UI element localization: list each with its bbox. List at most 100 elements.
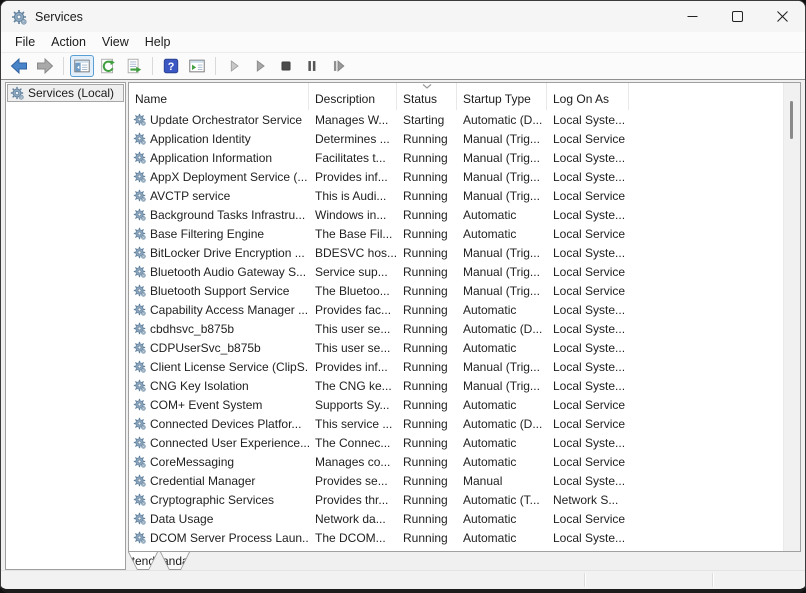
table-row[interactable]: Application Identity Determines ... Runn… xyxy=(129,129,800,148)
service-name-cell: Bluetooth Support Service xyxy=(129,284,309,298)
scrollbar-thumb[interactable] xyxy=(790,101,793,139)
table-row[interactable]: Update Orchestrator Service Manages W...… xyxy=(129,110,800,129)
back-button[interactable] xyxy=(7,55,31,77)
show-console-tree-button[interactable] xyxy=(70,55,94,77)
minimize-button[interactable] xyxy=(670,1,715,32)
service-startup-type: Automatic xyxy=(457,436,547,450)
table-row[interactable]: Base Filtering Engine The Base Fil... Ru… xyxy=(129,224,800,243)
help-icon: ? xyxy=(162,57,180,75)
table-row[interactable]: Cryptographic Services Provides thr... R… xyxy=(129,490,800,509)
column-header-log-on-as[interactable]: Log On As xyxy=(547,83,629,110)
service-name: Credential Manager xyxy=(150,474,255,488)
service-name: AVCTP service xyxy=(150,189,230,203)
service-log-on-as: Local Syste... xyxy=(547,151,629,165)
service-name: Capability Access Manager ... xyxy=(150,303,308,317)
service-name-cell: Background Tasks Infrastru... xyxy=(129,208,309,222)
service-startup-type: Manual (Trig... xyxy=(457,360,547,374)
table-row[interactable]: Bluetooth Support Service The Bluetoo...… xyxy=(129,281,800,300)
table-row[interactable]: CNG Key Isolation The CNG ke... Running … xyxy=(129,376,800,395)
toolbar-separator xyxy=(63,57,64,75)
service-status: Running xyxy=(397,436,457,450)
service-log-on-as: Local Syste... xyxy=(547,379,629,393)
table-row[interactable]: DCOM Server Process Laun... The DCOM... … xyxy=(129,528,800,547)
close-icon xyxy=(777,11,788,22)
service-status: Running xyxy=(397,493,457,507)
details-pane: Name Description Status Startup Type Log… xyxy=(128,82,801,570)
table-row[interactable]: Credential Manager Provides se... Runnin… xyxy=(129,471,800,490)
service-name: Application Information xyxy=(150,151,272,165)
menu-view[interactable]: View xyxy=(94,33,137,51)
refresh-button[interactable] xyxy=(96,55,120,77)
table-row[interactable]: COM+ Event System Supports Sy... Running… xyxy=(129,395,800,414)
table-row[interactable]: CDPUserSvc_b875b This user se... Running… xyxy=(129,338,800,357)
forward-button[interactable] xyxy=(33,55,57,77)
maximize-button[interactable] xyxy=(715,1,760,32)
table-row[interactable]: Connected User Experience... The Connec.… xyxy=(129,433,800,452)
service-name-cell: Base Filtering Engine xyxy=(129,227,309,241)
stop-service-button[interactable] xyxy=(274,55,298,77)
tab-standard[interactable]: Standard xyxy=(160,552,190,570)
menu-help[interactable]: Help xyxy=(137,33,179,51)
service-name-cell: Bluetooth Audio Gateway S... xyxy=(129,265,309,279)
tab-extended[interactable]: Extended xyxy=(128,552,158,570)
service-name: DCOM Server Process Laun... xyxy=(150,531,309,545)
service-gear-icon xyxy=(133,531,146,544)
service-log-on-as: Local Service xyxy=(547,417,629,431)
pause-service-button[interactable] xyxy=(300,55,324,77)
table-row[interactable]: Connected Devices Platfor... This servic… xyxy=(129,414,800,433)
service-name-cell: CNG Key Isolation xyxy=(129,379,309,393)
maximize-icon xyxy=(732,11,743,22)
table-row[interactable]: Bluetooth Audio Gateway S... Service sup… xyxy=(129,262,800,281)
svg-text:?: ? xyxy=(168,61,175,73)
table-row[interactable]: BitLocker Drive Encryption ... BDESVC ho… xyxy=(129,243,800,262)
table-row[interactable]: Data Usage Network da... Running Automat… xyxy=(129,509,800,528)
service-description: Manages W... xyxy=(309,113,397,127)
service-name-cell: CoreMessaging xyxy=(129,455,309,469)
close-button[interactable] xyxy=(760,1,805,32)
show-action-pane-button[interactable] xyxy=(185,55,209,77)
vertical-scrollbar[interactable] xyxy=(783,83,800,551)
service-startup-type: Automatic xyxy=(457,208,547,222)
service-status: Running xyxy=(397,398,457,412)
export-list-button[interactable] xyxy=(122,55,146,77)
table-row[interactable]: cbdhsvc_b875b This user se... Running Au… xyxy=(129,319,800,338)
column-label: Log On As xyxy=(553,92,609,106)
table-row[interactable]: AVCTP service This is Audi... Running Ma… xyxy=(129,186,800,205)
titlebar[interactable]: Services xyxy=(1,1,805,32)
help-button[interactable]: ? xyxy=(159,55,183,77)
service-status: Running xyxy=(397,227,457,241)
column-label: Startup Type xyxy=(463,92,531,106)
service-gear-icon xyxy=(133,170,146,183)
column-header-startup-type[interactable]: Startup Type xyxy=(457,83,547,110)
restart-service-button[interactable] xyxy=(326,55,350,77)
start-service-button[interactable] xyxy=(222,55,246,77)
service-status: Running xyxy=(397,417,457,431)
menu-action[interactable]: Action xyxy=(43,33,94,51)
resume-service-button[interactable] xyxy=(248,55,272,77)
service-log-on-as: Local Syste... xyxy=(547,208,629,222)
table-row[interactable]: Capability Access Manager ... Provides f… xyxy=(129,300,800,319)
service-log-on-as: Network S... xyxy=(547,493,629,507)
table-row[interactable]: Background Tasks Infrastru... Windows in… xyxy=(129,205,800,224)
service-name: BitLocker Drive Encryption ... xyxy=(150,246,305,260)
column-header-name[interactable]: Name xyxy=(129,83,309,110)
table-row[interactable]: Client License Service (ClipS... Provide… xyxy=(129,357,800,376)
table-row[interactable]: CoreMessaging Manages co... Running Auto… xyxy=(129,452,800,471)
statusbar-divider xyxy=(712,573,713,587)
service-startup-type: Automatic (T... xyxy=(457,493,547,507)
service-gear-icon xyxy=(133,303,146,316)
service-description: Supports Sy... xyxy=(309,398,397,412)
service-startup-type: Manual (Trig... xyxy=(457,151,547,165)
service-name: Update Orchestrator Service xyxy=(150,113,302,127)
tree-item-services-local[interactable]: Services (Local) xyxy=(7,84,124,102)
resume-service-icon xyxy=(251,57,269,75)
table-row[interactable]: AppX Deployment Service (... Provides in… xyxy=(129,167,800,186)
table-row[interactable]: Application Information Facilitates t...… xyxy=(129,148,800,167)
menu-file[interactable]: File xyxy=(7,33,43,51)
stop-service-icon xyxy=(277,57,295,75)
column-header-description[interactable]: Description xyxy=(309,83,397,110)
service-gear-icon xyxy=(133,455,146,468)
column-header-status[interactable]: Status xyxy=(397,83,457,110)
service-description: BDESVC hos... xyxy=(309,246,397,260)
service-startup-type: Automatic (D... xyxy=(457,417,547,431)
